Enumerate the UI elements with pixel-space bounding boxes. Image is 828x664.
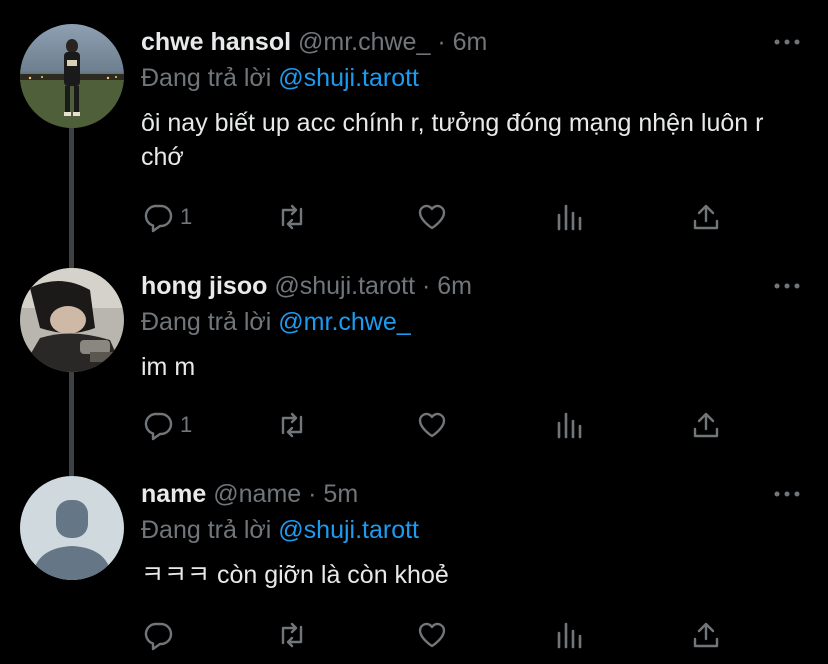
default-avatar-icon	[20, 476, 124, 580]
like-button[interactable]	[416, 405, 448, 445]
reply-count: 1	[180, 204, 193, 229]
retweet-button[interactable]	[276, 405, 308, 445]
like-icon	[418, 622, 446, 648]
tweet-actions: 1	[0, 197, 828, 237]
reply-button[interactable]	[142, 615, 180, 655]
display-name[interactable]: hong jisoo	[141, 272, 267, 300]
user-handle[interactable]: @name	[213, 480, 301, 508]
analytics-icon	[557, 204, 582, 231]
retweet-icon	[281, 412, 303, 438]
more-icon[interactable]	[772, 30, 802, 54]
timestamp[interactable]: 6m	[453, 28, 488, 56]
retweet-button[interactable]	[276, 197, 308, 237]
mention-link[interactable]: @shuji.tarott	[278, 516, 419, 544]
tweet-text: im m	[141, 353, 196, 381]
reply-button[interactable]: 1	[142, 197, 192, 237]
like-icon	[418, 412, 446, 438]
tweet-text: ôi nay biết up acc chính r, tưởng đóng m…	[141, 109, 764, 171]
retweet-button[interactable]	[276, 615, 308, 655]
avatar-photo	[20, 24, 124, 128]
like-button[interactable]	[416, 615, 448, 655]
share-button[interactable]	[690, 615, 722, 655]
mention-link[interactable]: @shuji.tarott	[278, 64, 419, 92]
reply-thread: chwe hansol @mr.chwe_ · 6m Đang trả lời …	[0, 0, 828, 664]
tweet[interactable]: name @name · 5m Đang trả lời @shuji.taro…	[0, 452, 828, 664]
replying-prefix: Đang trả lời	[141, 64, 272, 92]
analytics-button[interactable]	[554, 197, 586, 237]
separator-dot: ·	[308, 480, 317, 508]
replying-to: Đang trả lời @shuji.tarott	[141, 514, 419, 546]
tweet-actions: 1	[0, 405, 828, 445]
replying-prefix: Đang trả lời	[141, 308, 272, 336]
avatar[interactable]	[20, 24, 124, 128]
timestamp[interactable]: 6m	[437, 272, 472, 300]
share-button[interactable]	[690, 405, 722, 445]
share-icon	[693, 412, 719, 438]
analytics-icon	[557, 412, 582, 439]
tweet[interactable]: hong jisoo @shuji.tarott · 6m Đang trả l…	[0, 244, 828, 454]
reply-icon	[144, 622, 173, 651]
more-icon[interactable]	[772, 274, 802, 298]
like-button[interactable]	[416, 197, 448, 237]
more-icon[interactable]	[772, 482, 802, 506]
reply-count: 1	[180, 412, 193, 437]
reply-icon	[144, 204, 173, 233]
separator-dot: ·	[437, 28, 446, 56]
like-icon	[418, 204, 446, 230]
replying-prefix: Đang trả lời	[141, 516, 272, 544]
analytics-icon	[557, 622, 582, 649]
avatar[interactable]	[20, 268, 124, 372]
share-button[interactable]	[690, 197, 722, 237]
mention-link[interactable]: @mr.chwe_	[278, 308, 410, 336]
retweet-icon	[281, 204, 303, 230]
analytics-button[interactable]	[554, 615, 586, 655]
avatar[interactable]	[20, 476, 124, 580]
reply-icon	[144, 412, 173, 441]
tweet-actions	[0, 615, 828, 655]
replying-to: Đang trả lời @shuji.tarott	[141, 62, 419, 94]
retweet-icon	[281, 622, 303, 648]
separator-dot: ·	[422, 272, 431, 300]
timestamp[interactable]: 5m	[323, 480, 358, 508]
analytics-button[interactable]	[554, 405, 586, 445]
user-handle[interactable]: @shuji.tarott	[274, 272, 415, 300]
reply-button[interactable]: 1	[142, 405, 192, 445]
tweet-header: hong jisoo @shuji.tarott · 6m	[141, 270, 472, 302]
display-name[interactable]: chwe hansol	[141, 28, 291, 56]
share-icon	[693, 622, 719, 648]
display-name[interactable]: name	[141, 480, 206, 508]
tweet-header: name @name · 5m	[141, 478, 358, 510]
avatar-photo	[20, 268, 124, 372]
tweet-header: chwe hansol @mr.chwe_ · 6m	[141, 26, 487, 58]
tweet[interactable]: chwe hansol @mr.chwe_ · 6m Đang trả lời …	[0, 0, 828, 246]
tweet-text: ㅋㅋㅋ còn giỡn là còn khoẻ	[141, 561, 449, 589]
share-icon	[693, 204, 719, 230]
replying-to: Đang trả lời @mr.chwe_	[141, 306, 411, 338]
user-handle[interactable]: @mr.chwe_	[298, 28, 430, 56]
